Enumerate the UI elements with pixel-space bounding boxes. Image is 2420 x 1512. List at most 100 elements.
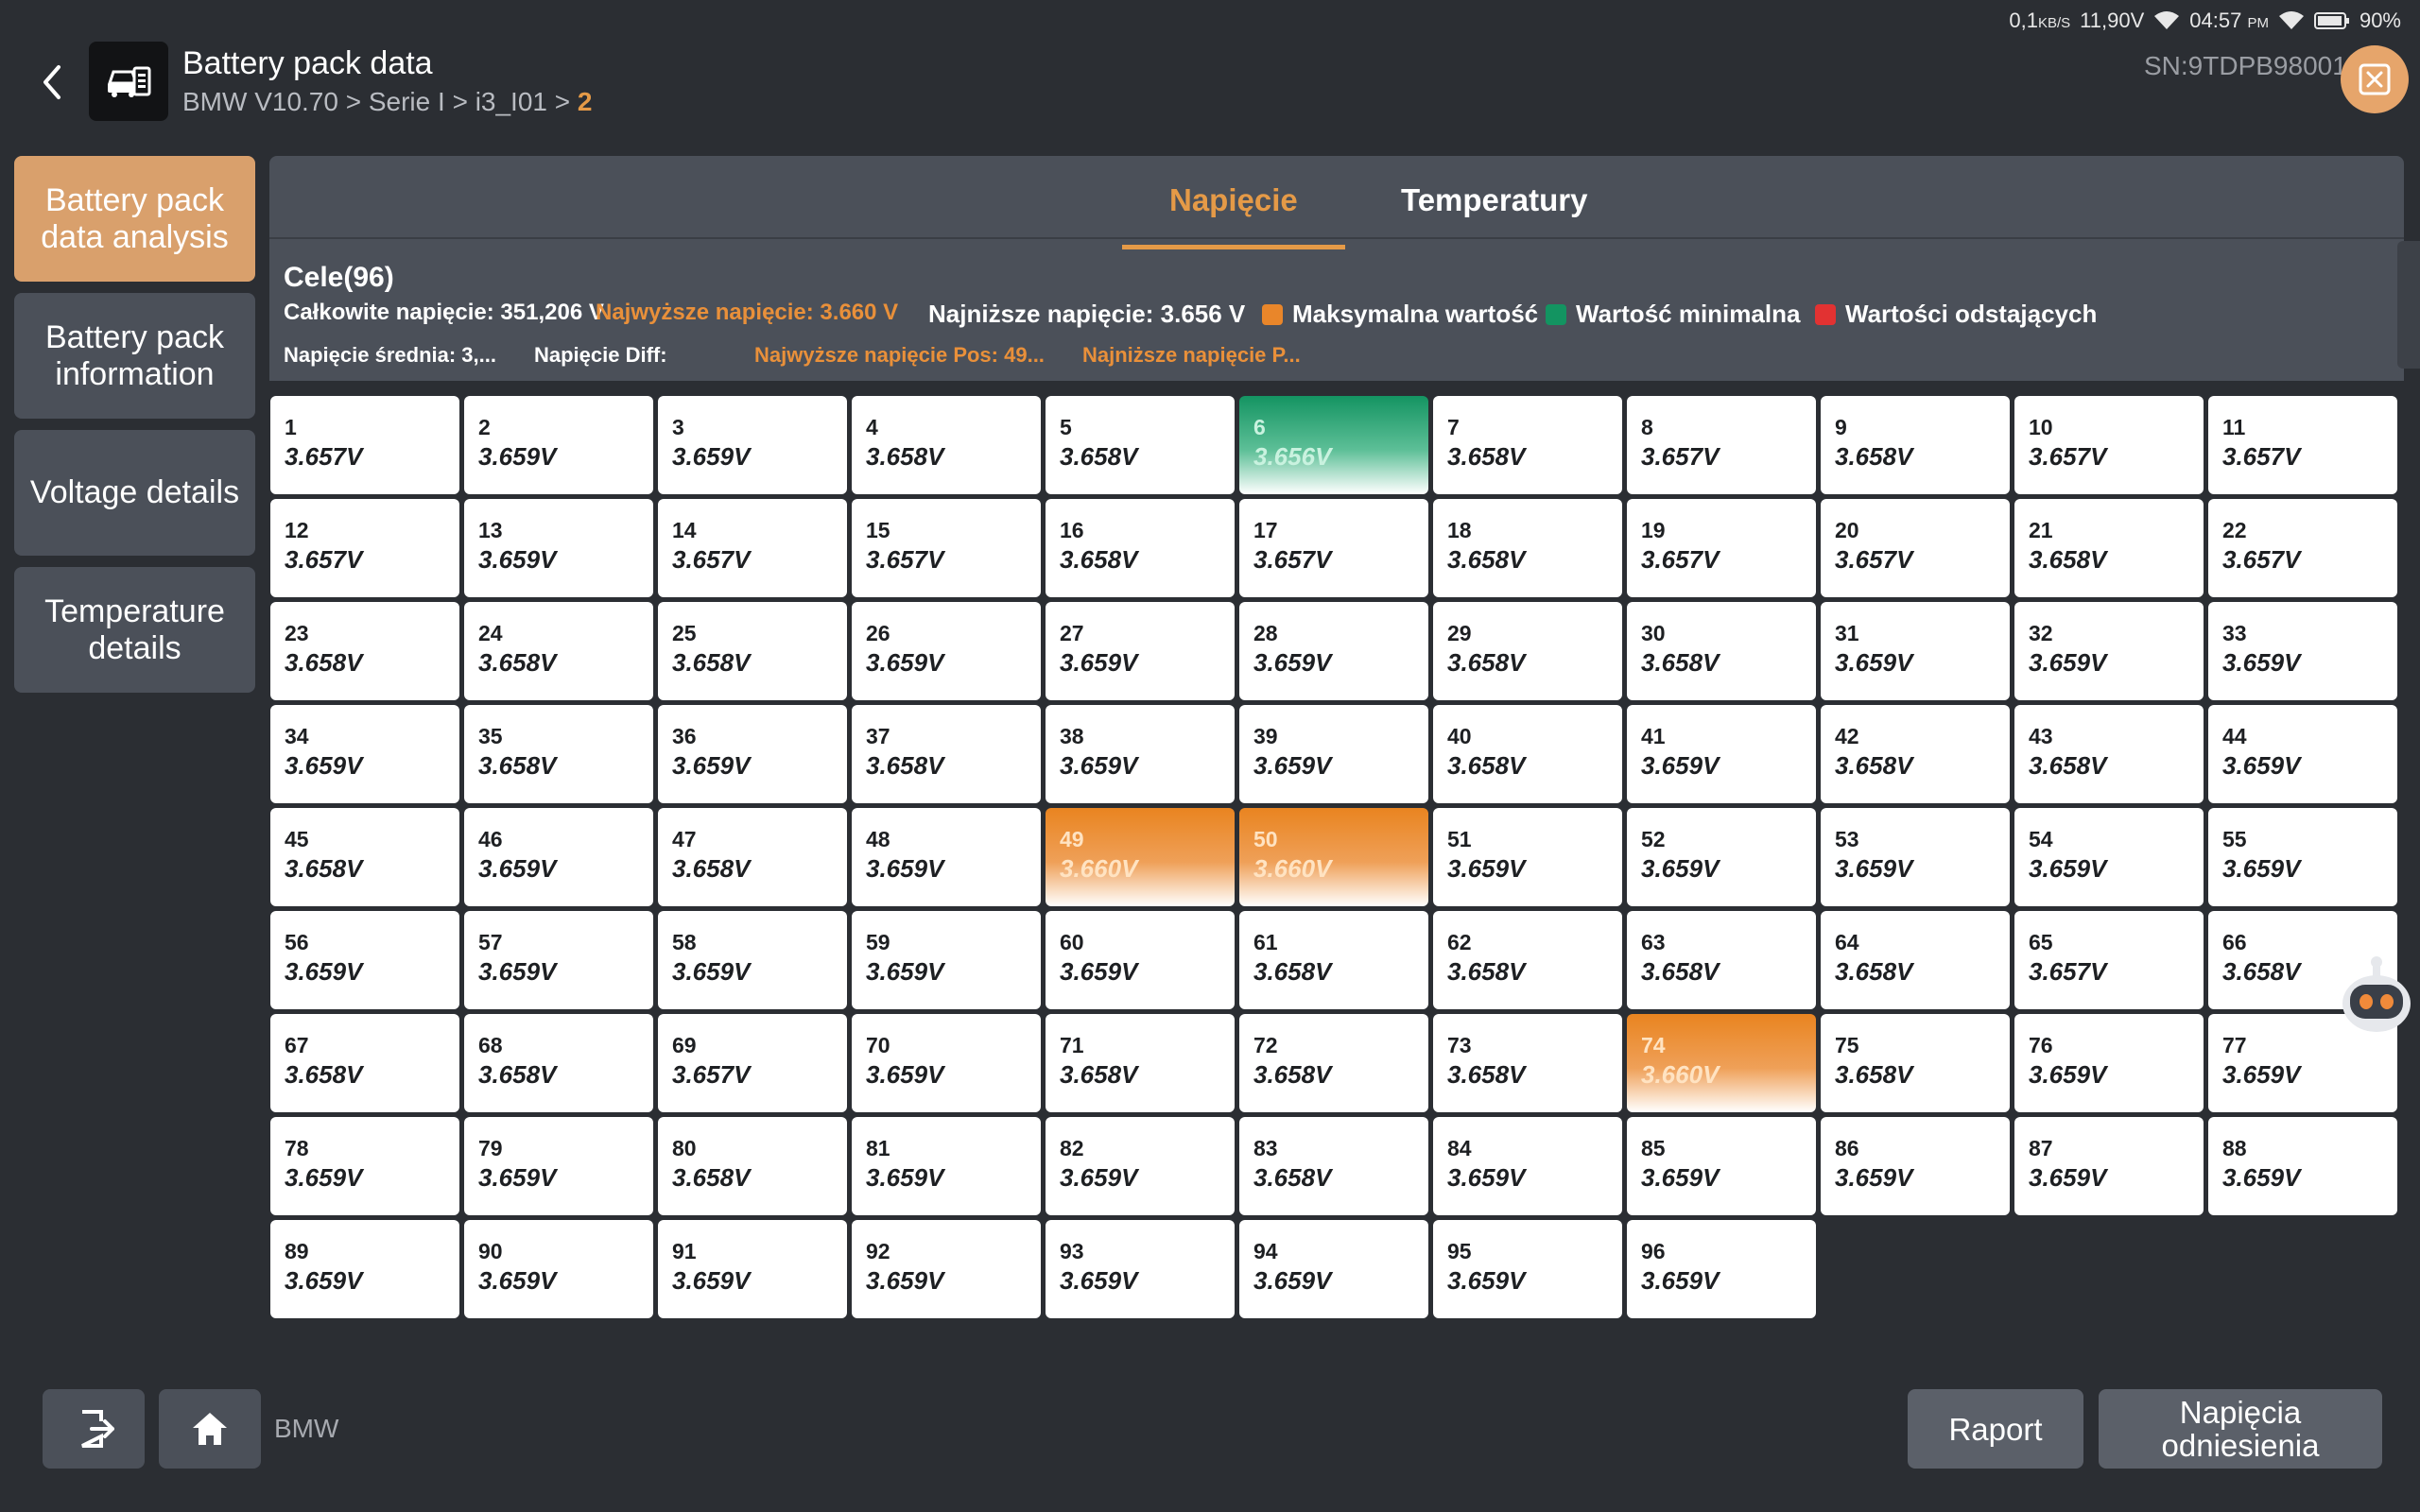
cell-voltage-tile[interactable]: 3 3.659V: [658, 396, 847, 494]
cell-voltage-tile[interactable]: 21 3.658V: [2014, 499, 2204, 597]
cell-voltage-tile[interactable]: 10 3.657V: [2014, 396, 2204, 494]
cell-voltage-tile[interactable]: 37 3.658V: [852, 705, 1041, 803]
exit-button[interactable]: [43, 1389, 145, 1469]
cell-voltage-tile[interactable]: 47 3.658V: [658, 808, 847, 906]
cell-voltage-tile[interactable]: 36 3.659V: [658, 705, 847, 803]
sidebar-item-temperature-details[interactable]: Temperature details: [14, 567, 255, 693]
cell-voltage-tile[interactable]: 20 3.657V: [1821, 499, 2010, 597]
cell-voltage-tile[interactable]: 82 3.659V: [1046, 1117, 1235, 1215]
cell-voltage-tile[interactable]: 5 3.658V: [1046, 396, 1235, 494]
cell-voltage-tile[interactable]: 39 3.659V: [1239, 705, 1428, 803]
cell-voltage-tile[interactable]: 86 3.659V: [1821, 1117, 2010, 1215]
quick-access-button[interactable]: [2341, 45, 2409, 113]
cell-voltage-tile[interactable]: 60 3.659V: [1046, 911, 1235, 1009]
cell-voltage-tile[interactable]: 75 3.658V: [1821, 1014, 2010, 1112]
cell-voltage-tile[interactable]: 31 3.659V: [1821, 602, 2010, 700]
cell-voltage-tile[interactable]: 80 3.658V: [658, 1117, 847, 1215]
robot-assistant-icon[interactable]: [2339, 956, 2414, 1038]
cell-voltage-tile[interactable]: 12 3.657V: [270, 499, 459, 597]
home-button[interactable]: [159, 1389, 261, 1469]
cell-voltage-tile[interactable]: 18 3.658V: [1433, 499, 1622, 597]
cell-voltage-tile[interactable]: 23 3.658V: [270, 602, 459, 700]
cell-voltage-tile[interactable]: 11 3.657V: [2208, 396, 2397, 494]
back-button[interactable]: [28, 59, 76, 106]
cell-voltage-tile[interactable]: 15 3.657V: [852, 499, 1041, 597]
report-button[interactable]: Raport: [1908, 1389, 2083, 1469]
cell-voltage-tile[interactable]: 8 3.657V: [1627, 396, 1816, 494]
cell-voltage-tile[interactable]: 48 3.659V: [852, 808, 1041, 906]
tab-napiecie[interactable]: Napięcie: [1122, 182, 1345, 249]
cell-voltage-tile[interactable]: 54 3.659V: [2014, 808, 2204, 906]
cell-voltage-tile[interactable]: 7 3.658V: [1433, 396, 1622, 494]
cell-voltage-tile[interactable]: 26 3.659V: [852, 602, 1041, 700]
cell-voltage-tile[interactable]: 22 3.657V: [2208, 499, 2397, 597]
tab-temperatury[interactable]: Temperatury: [1354, 182, 1634, 245]
cell-voltage-tile[interactable]: 55 3.659V: [2208, 808, 2397, 906]
cell-voltage-tile[interactable]: 53 3.659V: [1821, 808, 2010, 906]
cell-voltage-tile[interactable]: 63 3.658V: [1627, 911, 1816, 1009]
cell-voltage-tile[interactable]: 2 3.659V: [464, 396, 653, 494]
cell-voltage-tile[interactable]: 46 3.659V: [464, 808, 653, 906]
cell-voltage-tile[interactable]: 14 3.657V: [658, 499, 847, 597]
cell-voltage-tile[interactable]: 6 3.656V: [1239, 396, 1428, 494]
cell-voltage-tile[interactable]: 95 3.659V: [1433, 1220, 1622, 1318]
cell-voltage-tile[interactable]: 93 3.659V: [1046, 1220, 1235, 1318]
reference-voltages-button[interactable]: Napięcia odniesienia: [2099, 1389, 2382, 1469]
cell-voltage-tile[interactable]: 43 3.658V: [2014, 705, 2204, 803]
cell-voltage-tile[interactable]: 17 3.657V: [1239, 499, 1428, 597]
cell-voltage-tile[interactable]: 73 3.658V: [1433, 1014, 1622, 1112]
cell-voltage-tile[interactable]: 85 3.659V: [1627, 1117, 1816, 1215]
cell-voltage-tile[interactable]: 49 3.660V: [1046, 808, 1235, 906]
cell-voltage-tile[interactable]: 84 3.659V: [1433, 1117, 1622, 1215]
cell-voltage-tile[interactable]: 25 3.658V: [658, 602, 847, 700]
cell-voltage-tile[interactable]: 9 3.658V: [1821, 396, 2010, 494]
cell-voltage-tile[interactable]: 68 3.658V: [464, 1014, 653, 1112]
cell-voltage-tile[interactable]: 4 3.658V: [852, 396, 1041, 494]
cell-voltage-tile[interactable]: 38 3.659V: [1046, 705, 1235, 803]
cell-voltage-tile[interactable]: 59 3.659V: [852, 911, 1041, 1009]
cell-voltage-tile[interactable]: 88 3.659V: [2208, 1117, 2397, 1215]
cell-voltage-tile[interactable]: 1 3.657V: [270, 396, 459, 494]
cell-voltage-tile[interactable]: 64 3.658V: [1821, 911, 2010, 1009]
cell-voltage-tile[interactable]: 69 3.657V: [658, 1014, 847, 1112]
cell-voltage-tile[interactable]: 74 3.660V: [1627, 1014, 1816, 1112]
cell-voltage-tile[interactable]: 52 3.659V: [1627, 808, 1816, 906]
cell-voltage-tile[interactable]: 57 3.659V: [464, 911, 653, 1009]
cell-voltage-tile[interactable]: 33 3.659V: [2208, 602, 2397, 700]
cell-voltage-tile[interactable]: 51 3.659V: [1433, 808, 1622, 906]
cell-voltage-tile[interactable]: 91 3.659V: [658, 1220, 847, 1318]
cell-voltage-tile[interactable]: 16 3.658V: [1046, 499, 1235, 597]
cell-voltage-tile[interactable]: 94 3.659V: [1239, 1220, 1428, 1318]
cell-voltage-tile[interactable]: 58 3.659V: [658, 911, 847, 1009]
cell-voltage-tile[interactable]: 81 3.659V: [852, 1117, 1041, 1215]
cell-voltage-tile[interactable]: 30 3.658V: [1627, 602, 1816, 700]
cell-voltage-tile[interactable]: 79 3.659V: [464, 1117, 653, 1215]
cell-voltage-tile[interactable]: 34 3.659V: [270, 705, 459, 803]
cell-voltage-tile[interactable]: 72 3.658V: [1239, 1014, 1428, 1112]
cell-voltage-tile[interactable]: 67 3.658V: [270, 1014, 459, 1112]
cell-voltage-tile[interactable]: 41 3.659V: [1627, 705, 1816, 803]
cell-voltage-tile[interactable]: 13 3.659V: [464, 499, 653, 597]
cell-voltage-tile[interactable]: 78 3.659V: [270, 1117, 459, 1215]
cell-voltage-tile[interactable]: 50 3.660V: [1239, 808, 1428, 906]
cell-voltage-tile[interactable]: 61 3.658V: [1239, 911, 1428, 1009]
cell-voltage-tile[interactable]: 71 3.658V: [1046, 1014, 1235, 1112]
cell-voltage-tile[interactable]: 32 3.659V: [2014, 602, 2204, 700]
cell-voltage-tile[interactable]: 70 3.659V: [852, 1014, 1041, 1112]
cell-voltage-tile[interactable]: 62 3.658V: [1433, 911, 1622, 1009]
cell-voltage-tile[interactable]: 56 3.659V: [270, 911, 459, 1009]
sidebar-item-battery-pack-information[interactable]: Battery pack information: [14, 293, 255, 419]
cell-voltage-tile[interactable]: 35 3.658V: [464, 705, 653, 803]
cell-voltage-tile[interactable]: 27 3.659V: [1046, 602, 1235, 700]
cell-voltage-tile[interactable]: 65 3.657V: [2014, 911, 2204, 1009]
cell-voltage-tile[interactable]: 89 3.659V: [270, 1220, 459, 1318]
cell-voltage-tile[interactable]: 19 3.657V: [1627, 499, 1816, 597]
cell-voltage-tile[interactable]: 40 3.658V: [1433, 705, 1622, 803]
cell-voltage-tile[interactable]: 42 3.658V: [1821, 705, 2010, 803]
cell-voltage-tile[interactable]: 28 3.659V: [1239, 602, 1428, 700]
cell-voltage-tile[interactable]: 29 3.658V: [1433, 602, 1622, 700]
cell-voltage-tile[interactable]: 44 3.659V: [2208, 705, 2397, 803]
sidebar-item-voltage-details[interactable]: Voltage details: [14, 430, 255, 556]
cell-voltage-tile[interactable]: 87 3.659V: [2014, 1117, 2204, 1215]
sidebar-item-battery-pack-data-analysis[interactable]: Battery pack data analysis: [14, 156, 255, 282]
